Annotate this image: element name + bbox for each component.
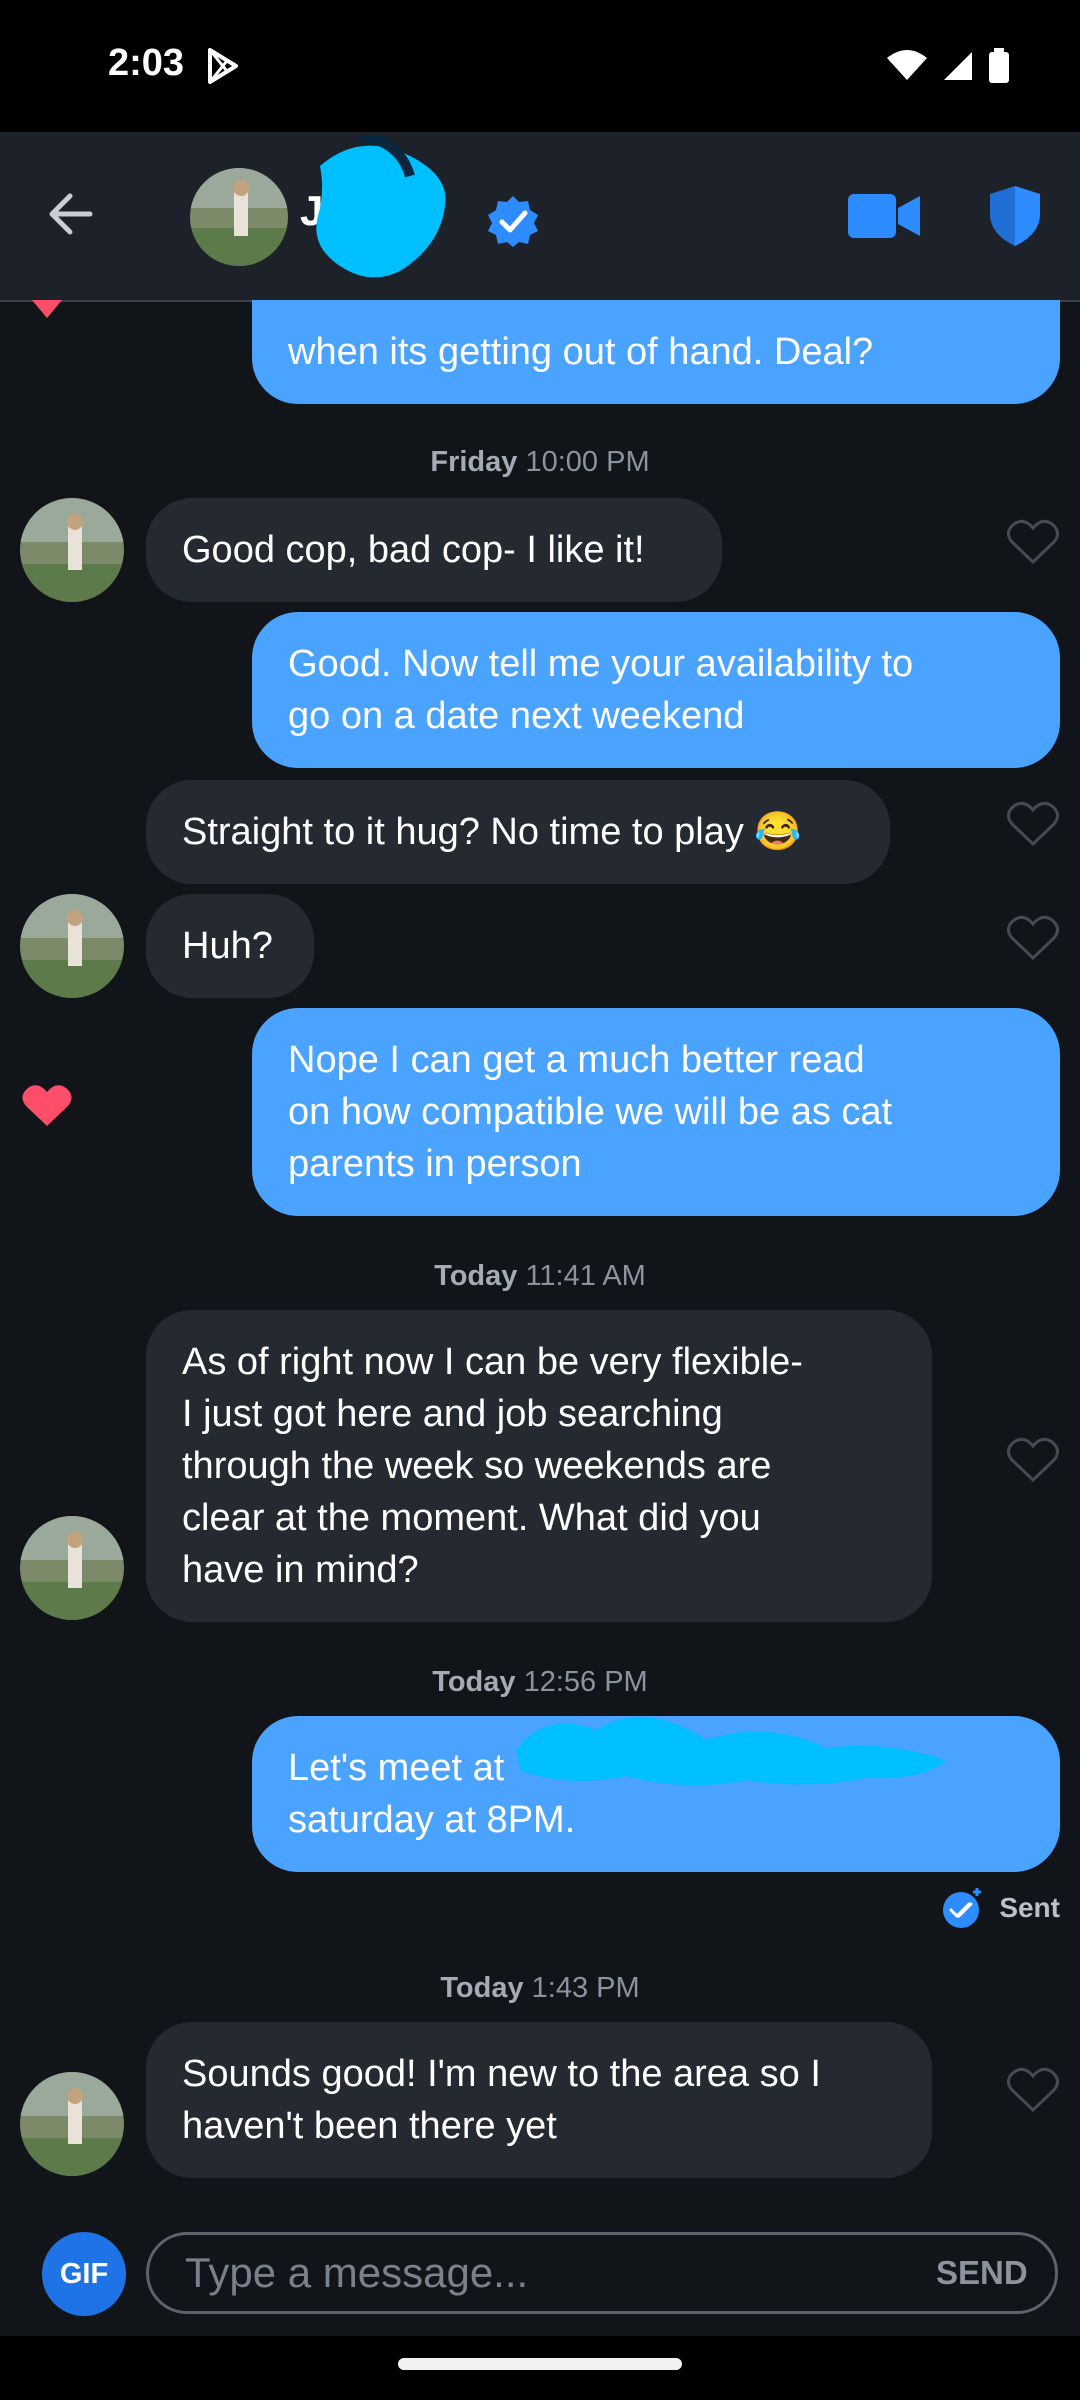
timestamp: Today 12:56 PM xyxy=(432,1666,648,1698)
message-incoming[interactable]: Good cop, bad cop- I like it! xyxy=(146,498,722,602)
heart-icon[interactable] xyxy=(1006,1436,1060,1484)
sender-avatar[interactable] xyxy=(20,2072,124,2176)
shield-icon[interactable] xyxy=(988,184,1042,248)
wifi-icon xyxy=(887,50,927,80)
message-input[interactable] xyxy=(146,2232,1058,2314)
sent-label: Sent xyxy=(999,1892,1060,1923)
google-play-icon xyxy=(208,48,238,84)
back-arrow-icon[interactable] xyxy=(42,184,102,244)
timestamp: Friday 10:00 PM xyxy=(430,446,650,478)
timestamp: Today 11:41 AM xyxy=(434,1260,646,1292)
message-outgoing[interactable]: when its getting out of hand. Deal? xyxy=(252,300,1060,404)
timestamp: Today 1:43 PM xyxy=(440,1972,640,2004)
redaction-scribble xyxy=(516,1717,946,1786)
match-avatar[interactable] xyxy=(190,168,288,266)
sender-avatar[interactable] xyxy=(20,1516,124,1620)
message-outgoing[interactable]: Nope I can get a much better read on how… xyxy=(252,1008,1060,1216)
heart-icon[interactable] xyxy=(1006,2066,1060,2114)
heart-icon[interactable] xyxy=(1006,518,1060,566)
verified-badge-icon xyxy=(488,196,538,247)
heart-icon[interactable] xyxy=(1006,914,1060,962)
heart-icon[interactable] xyxy=(20,1082,74,1130)
message-outgoing[interactable]: Good. Now tell me your availability to g… xyxy=(252,612,1060,768)
message-composer: GIF SEND xyxy=(0,2210,1080,2340)
message-incoming[interactable]: As of right now I can be very flexible- … xyxy=(146,1310,932,1622)
sender-avatar[interactable] xyxy=(20,894,124,998)
message-status: Sent xyxy=(941,1886,1060,1930)
battery-icon xyxy=(989,48,1009,83)
status-time: 2:03 xyxy=(108,42,185,84)
message-incoming[interactable]: Straight to it hug? No time to play 😂 xyxy=(146,780,890,884)
sender-avatar[interactable] xyxy=(20,498,124,602)
heart-icon[interactable] xyxy=(20,300,74,318)
message-incoming[interactable]: Sounds good! I'm new to the area so I ha… xyxy=(146,2022,932,2178)
heart-icon[interactable] xyxy=(1006,800,1060,848)
send-button[interactable]: SEND xyxy=(936,2254,1028,2292)
status-bar: 2:03 xyxy=(0,0,1080,132)
redaction-scribble xyxy=(316,136,446,278)
message-incoming[interactable]: Huh? xyxy=(146,894,314,998)
navigation-bar xyxy=(0,2336,1080,2400)
gif-button[interactable]: GIF xyxy=(42,2232,126,2316)
chat-header: J xyxy=(0,132,1080,302)
signal-icon xyxy=(944,52,972,80)
video-camera-icon[interactable] xyxy=(848,190,920,242)
home-indicator[interactable] xyxy=(398,2358,682,2370)
status-icons xyxy=(886,48,1010,84)
sent-check-icon xyxy=(943,1888,982,1928)
